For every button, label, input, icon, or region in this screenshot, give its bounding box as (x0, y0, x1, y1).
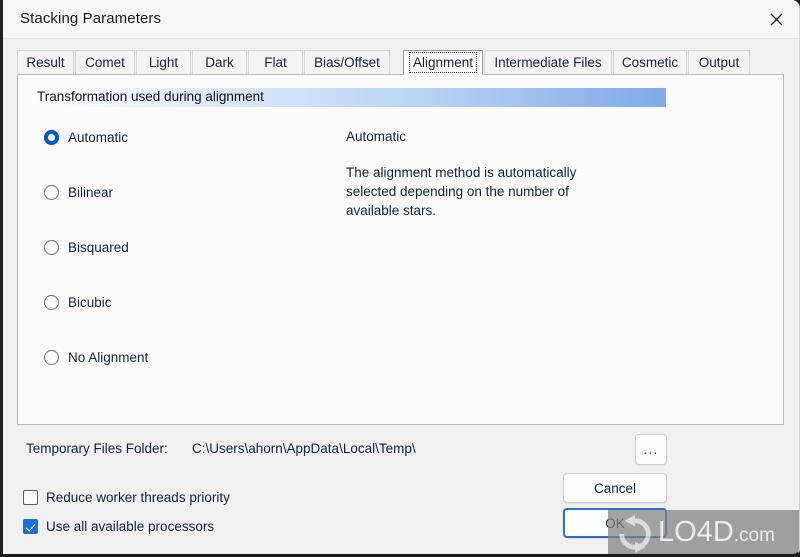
tab-label: Dark (205, 55, 234, 70)
tab-flat[interactable]: Flat (248, 50, 303, 75)
tab-label: Intermediate Files (494, 55, 602, 70)
radio-label: Bisquared (68, 240, 129, 255)
checkbox-reduce-worker-threads-priority[interactable]: Reduce worker threads priority (23, 490, 230, 505)
description-body: The alignment method is automatically se… (346, 165, 577, 218)
tab-label: Light (148, 55, 179, 70)
checkbox-indicator[interactable] (23, 519, 38, 534)
temp-folder-path: C:\Users\ahorn\AppData\Local\Temp\ (192, 441, 416, 456)
cancel-button[interactable]: Cancel (563, 473, 667, 503)
radio-indicator[interactable] (44, 240, 59, 255)
radio-automatic[interactable]: Automatic (44, 130, 128, 145)
description-title: Automatic (346, 129, 407, 144)
tab-result[interactable]: Result (17, 50, 74, 75)
tab-bias-offset[interactable]: Bias/Offset (304, 50, 390, 75)
radio-label: Bicubic (68, 295, 112, 310)
watermark-name: LO4D (658, 516, 734, 548)
radio-label: No Alignment (68, 350, 149, 365)
radio-label: Bilinear (68, 185, 114, 200)
radio-indicator[interactable] (44, 350, 59, 365)
checkbox-indicator[interactable] (23, 490, 38, 505)
browse-folder-button[interactable]: ... (635, 434, 667, 465)
tab-label: Flat (264, 55, 287, 70)
tab-dark[interactable]: Dark (192, 50, 247, 75)
radio-no-alignment[interactable]: No Alignment (44, 350, 148, 365)
tab-strip: Result Comet Light Dark Flat Bias/Offset Align… (17, 50, 781, 75)
tab-label: Output (698, 55, 740, 70)
radio-bisquared[interactable]: Bisquared (44, 240, 129, 255)
transformation-group-header: Transformation used during alignment (32, 88, 666, 107)
tab-label: Alignment (408, 52, 478, 73)
tab-label: Result (26, 55, 65, 70)
tab-cosmetic[interactable]: Cosmetic (613, 50, 687, 75)
watermark-text: LO4D.com (658, 516, 775, 549)
radio-indicator[interactable] (44, 185, 59, 200)
tab-label: Bias/Offset (314, 55, 380, 70)
close-icon (770, 13, 782, 25)
checkbox-label: Reduce worker threads priority (46, 490, 230, 505)
tab-light[interactable]: Light (136, 50, 191, 75)
checkbox-use-all-available-processors[interactable]: Use all available processors (23, 519, 214, 534)
ok-button[interactable]: OK (563, 508, 667, 538)
radio-bilinear[interactable]: Bilinear (44, 185, 113, 200)
tab-comet[interactable]: Comet (75, 50, 135, 75)
window-title: Stacking Parameters (20, 10, 162, 27)
tab-content-panel: Transformation used during alignment Aut… (17, 74, 784, 425)
radio-indicator[interactable] (44, 295, 59, 310)
tab-label: Comet (85, 55, 125, 70)
radio-label: Automatic (68, 130, 129, 145)
tab-alignment[interactable]: Alignment (403, 50, 483, 75)
stacking-parameters-dialog: Stacking Parameters Result Comet Light Dark… (0, 0, 800, 557)
close-button[interactable] (753, 0, 799, 38)
watermark-tld: .com (733, 525, 775, 546)
radio-indicator[interactable] (44, 130, 59, 145)
tab-intermediate-files[interactable]: Intermediate Files (484, 50, 612, 75)
tab-label: Cosmetic (621, 55, 679, 70)
checkbox-label: Use all available processors (46, 519, 215, 534)
title-bar: Stacking Parameters (3, 0, 799, 39)
transformation-group-label: Transformation used during alignment (37, 89, 264, 104)
radio-bicubic[interactable]: Bicubic (44, 295, 112, 310)
temp-folder-label: Temporary Files Folder: (26, 441, 168, 456)
tab-output[interactable]: Output (688, 50, 750, 75)
